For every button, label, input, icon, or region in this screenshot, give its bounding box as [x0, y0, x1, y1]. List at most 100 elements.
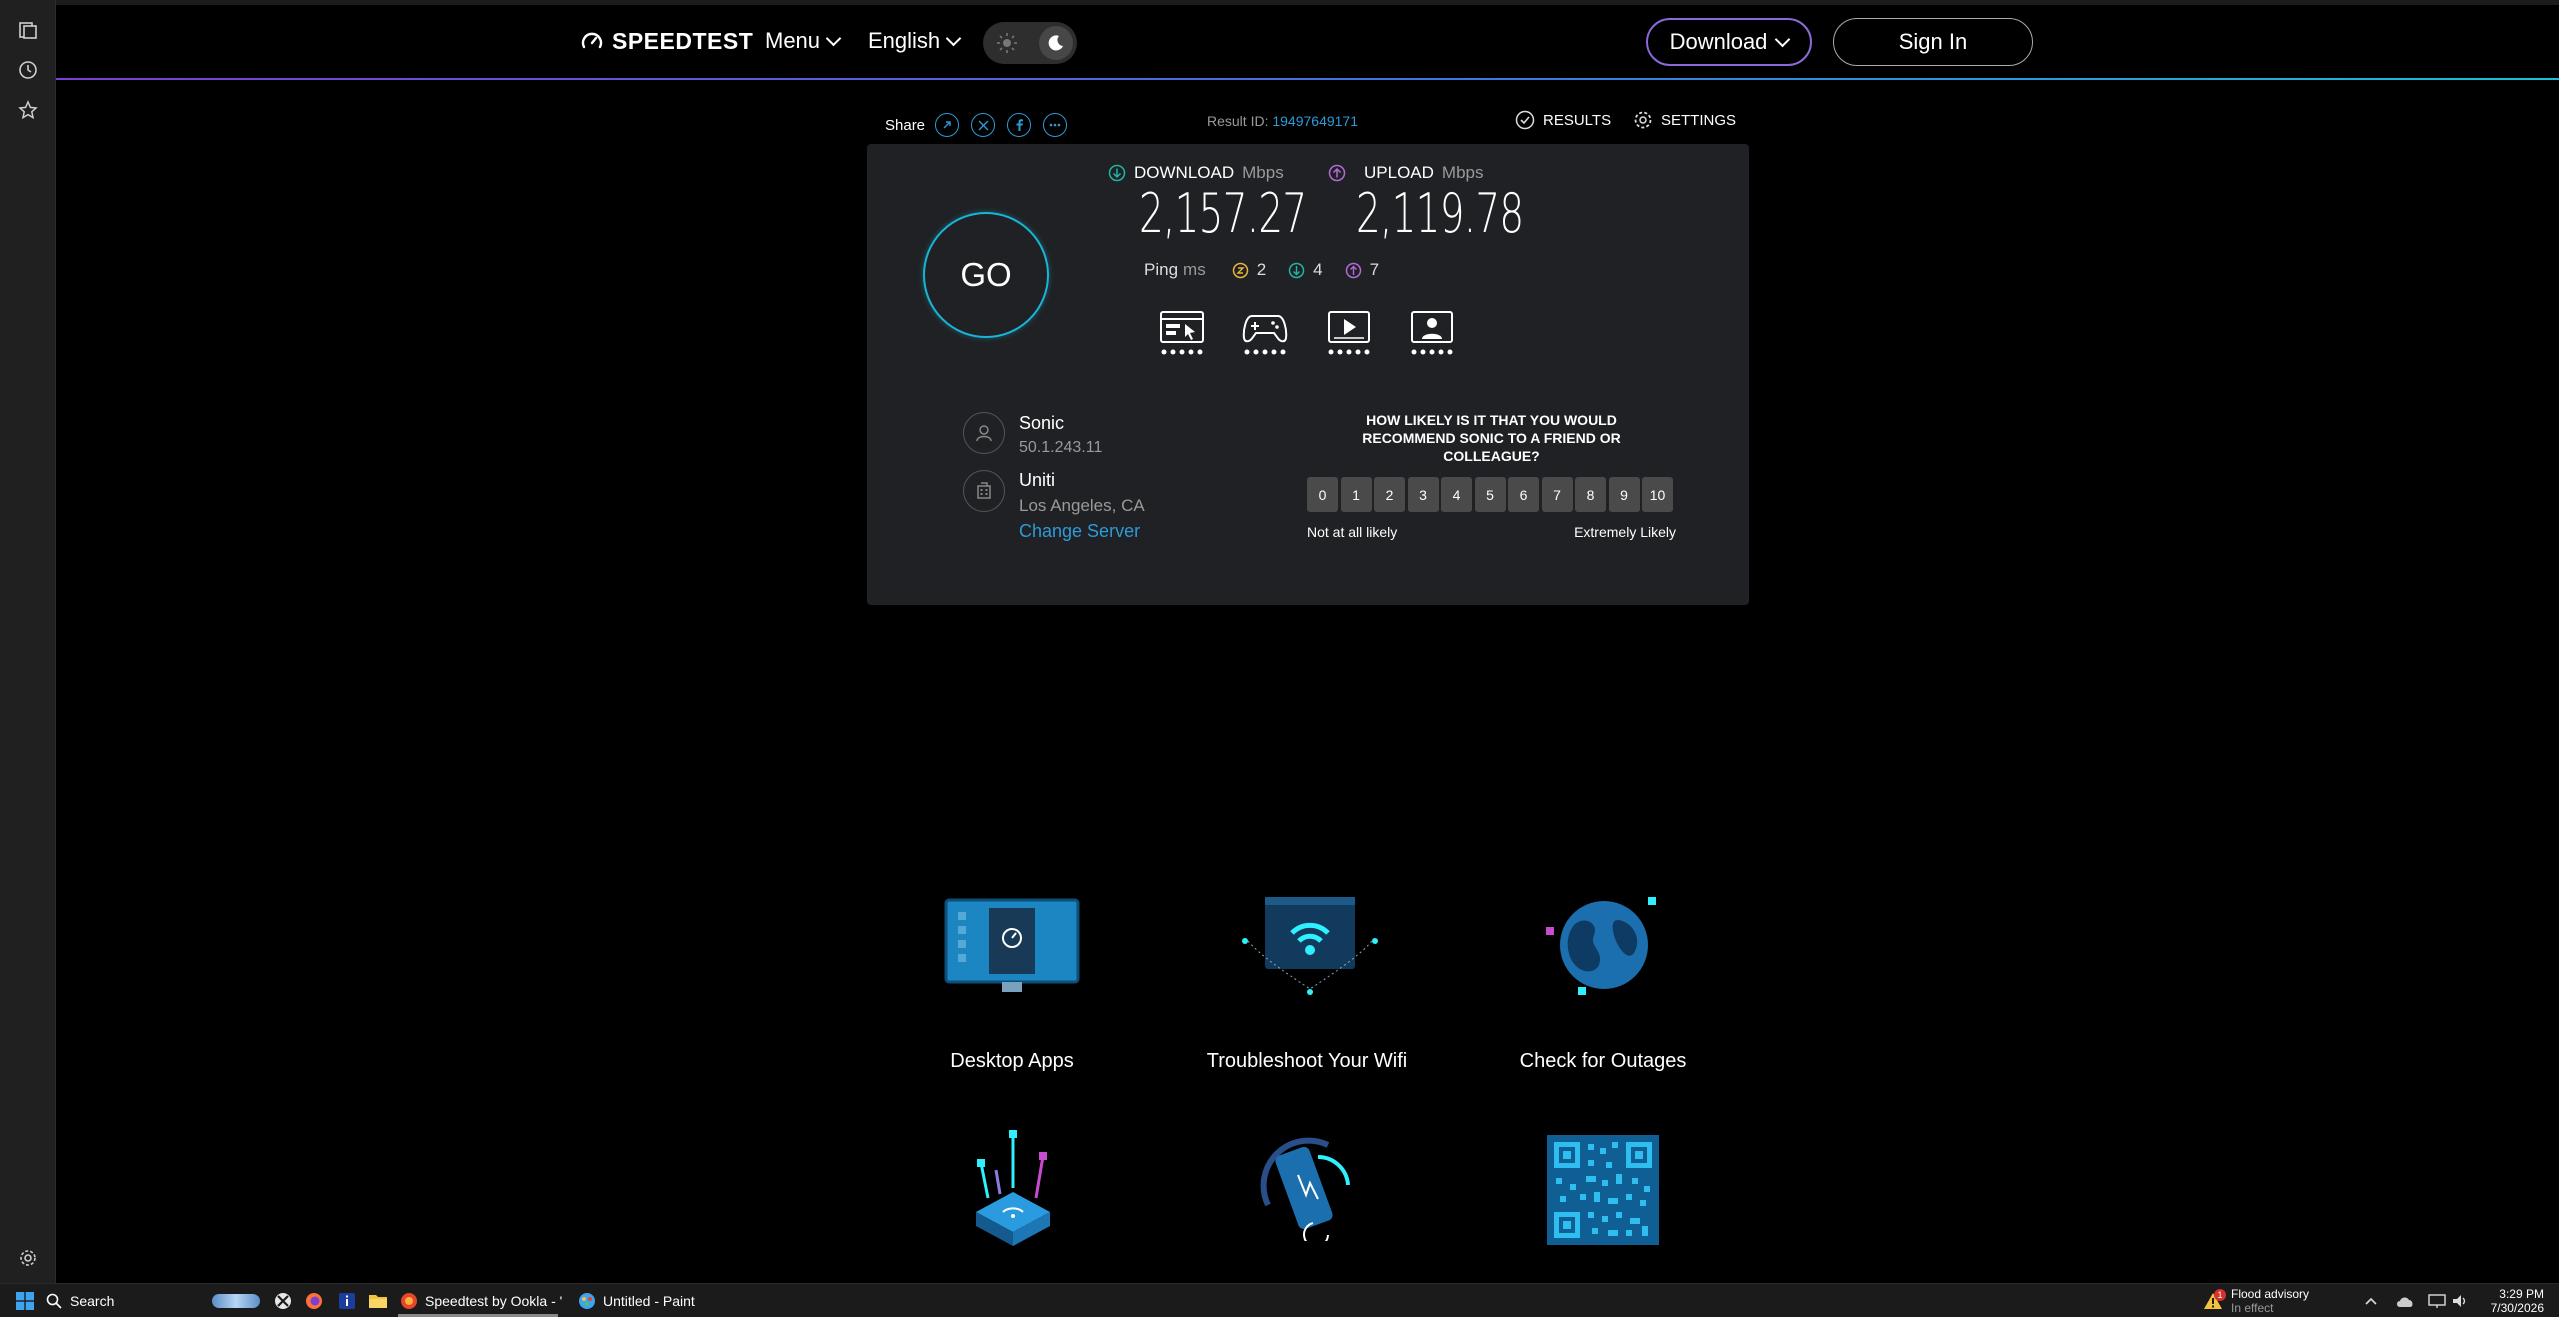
survey-score-button[interactable]: 6 [1508, 477, 1539, 512]
speedometer-icon [581, 32, 603, 48]
upload-latency-icon [1345, 262, 1361, 278]
file-explorer-icon[interactable] [368, 1284, 388, 1317]
favorites-star-icon[interactable] [16, 98, 40, 122]
x-twitter-icon[interactable] [971, 113, 996, 137]
survey-score-button[interactable]: 2 [1374, 477, 1405, 512]
survey-score-button[interactable]: 7 [1541, 477, 1573, 512]
wifi-troubleshoot-illustration[interactable] [1240, 895, 1380, 1004]
ping-label: Ping [1144, 260, 1179, 279]
settings-label: SETTINGS [1661, 111, 1737, 129]
download-speed-value: 2,157.27 [1139, 182, 1307, 245]
survey-score-button[interactable]: 0 [1307, 477, 1338, 512]
survey-question: HOW LIKELY IS IT THAT YOU WOULD RECOMMEN… [1362, 412, 1621, 464]
troubleshoot-wifi-label[interactable]: Troubleshoot Your Wifi [1157, 1050, 1457, 1073]
outages-globe-illustration[interactable] [1544, 895, 1658, 1006]
sign-in-label: Sign In [1898, 29, 1968, 54]
check-outages-label[interactable]: Check for Outages [1453, 1050, 1753, 1073]
menu-dropdown[interactable]: Menu [765, 28, 842, 54]
speedtest-logo[interactable]: SPEEDTEST [580, 28, 753, 55]
download-header: DOWNLOAD Mbps [1108, 163, 1284, 183]
download-arrow-icon [1108, 164, 1126, 182]
warning-icon: 1 [2203, 1288, 2226, 1310]
isp-name: Sonic [1019, 413, 1065, 433]
survey-score-button[interactable]: 8 [1575, 477, 1606, 512]
chevron-up-icon[interactable] [2364, 1284, 2378, 1317]
desktop-apps-label[interactable]: Desktop Apps [862, 1050, 1162, 1073]
results-label: RESULTS [1543, 111, 1612, 129]
mobile-speed-illustration[interactable] [1258, 1135, 1358, 1248]
survey-score-button[interactable]: 3 [1407, 477, 1439, 512]
upload-arrow-icon [1328, 164, 1346, 182]
onedrive-cloud-icon[interactable] [2395, 1284, 2415, 1317]
info-app-icon[interactable] [338, 1284, 356, 1317]
clock-date: 7/30/2026 [2490, 1300, 2544, 1315]
taskbar-search[interactable]: Search [46, 1284, 266, 1317]
taskbar-app-paint[interactable]: Untitled - Paint [578, 1284, 695, 1317]
browser-app-icon [401, 1292, 417, 1309]
network-icon[interactable] [2428, 1284, 2446, 1317]
web-browsing-rating[interactable] [1159, 310, 1205, 361]
gaming-rating[interactable] [1242, 310, 1288, 361]
router-illustration[interactable] [968, 1128, 1058, 1255]
video-call-rating[interactable] [1409, 310, 1455, 361]
logo-text: SPEEDTEST [612, 28, 754, 54]
desktop-apps-illustration[interactable] [944, 898, 1080, 999]
share-bar: Share [885, 113, 1068, 137]
streaming-rating[interactable] [1326, 310, 1372, 361]
collections-icon[interactable] [16, 18, 40, 42]
volume-icon[interactable] [2451, 1284, 2469, 1317]
more-options-icon[interactable] [1043, 113, 1068, 137]
ping-row: Ping ms 2 4 7 [1144, 260, 1379, 280]
xbox-icon[interactable] [274, 1284, 292, 1317]
video-streaming-icon [1328, 311, 1370, 355]
windows-start-icon[interactable] [16, 1284, 34, 1317]
search-label: Search [70, 1292, 115, 1309]
weather-widget[interactable]: 1 Flood advisory In effect [2203, 1284, 2309, 1317]
chevron-down-icon [945, 30, 962, 46]
search-highlight-image [212, 1293, 260, 1308]
ping-download-value: 4 [1313, 260, 1323, 279]
taskbar-app-speedtest[interactable]: Speedtest by Ookla - ' [400, 1284, 562, 1317]
taskbar-app-paint-label: Untitled - Paint [603, 1292, 695, 1309]
search-icon [46, 1293, 62, 1309]
chevron-down-icon [825, 30, 842, 46]
survey-score-button[interactable]: 4 [1441, 477, 1472, 512]
upload-header: UPLOAD Mbps [1328, 163, 1484, 183]
windows-taskbar: Search Speedtest by Ookla - ' Untitled -… [0, 1283, 2559, 1317]
survey-score-button[interactable]: 1 [1340, 477, 1372, 512]
settings-link[interactable]: SETTINGS [1633, 110, 1736, 130]
ping-unit: ms [1183, 260, 1206, 279]
language-label: English [868, 28, 941, 53]
server-building-icon [963, 470, 1005, 512]
sign-in-button[interactable]: Sign In [1833, 18, 2033, 66]
clock-time: 3:29 PM [2499, 1286, 2544, 1301]
qr-code-illustration[interactable] [1546, 1134, 1660, 1251]
gamepad-icon [1242, 315, 1288, 355]
video-call-icon [1411, 311, 1453, 355]
results-check-icon [1515, 110, 1535, 130]
isp-ip: 50.1.243.11 [1019, 439, 1103, 456]
system-clock[interactable]: 3:29 PM 7/30/2026 [2480, 1284, 2544, 1317]
result-id: Result ID: 19497649171 [1207, 113, 1358, 129]
change-server-link[interactable]: Change Server [1019, 521, 1140, 542]
result-id-link[interactable]: 19497649171 [1272, 113, 1358, 129]
facebook-icon[interactable] [1007, 113, 1032, 137]
go-button[interactable]: GO [923, 212, 1049, 338]
history-icon[interactable] [16, 58, 40, 82]
taskbar-app-speedtest-label: Speedtest by Ookla - ' [425, 1292, 563, 1309]
theme-toggle[interactable] [983, 22, 1077, 64]
idle-latency-icon [1232, 262, 1248, 278]
ping-upload: 7 [1345, 260, 1379, 280]
survey-score-button[interactable]: 5 [1474, 477, 1506, 512]
weather-title: Flood advisory [2231, 1286, 2310, 1301]
download-app-button[interactable]: Download [1646, 18, 1812, 66]
ping-upload-value: 7 [1369, 260, 1380, 279]
survey-score-button[interactable]: 9 [1608, 477, 1640, 512]
language-dropdown[interactable]: English [868, 28, 962, 54]
survey-score-button[interactable]: 10 [1642, 477, 1673, 512]
sidebar-settings-gear-icon[interactable] [16, 1246, 40, 1270]
copy-link-icon[interactable] [935, 113, 960, 137]
results-link[interactable]: RESULTS [1515, 110, 1611, 130]
weather-badge: 1 [2214, 1288, 2226, 1301]
firefox-icon[interactable] [305, 1284, 323, 1317]
